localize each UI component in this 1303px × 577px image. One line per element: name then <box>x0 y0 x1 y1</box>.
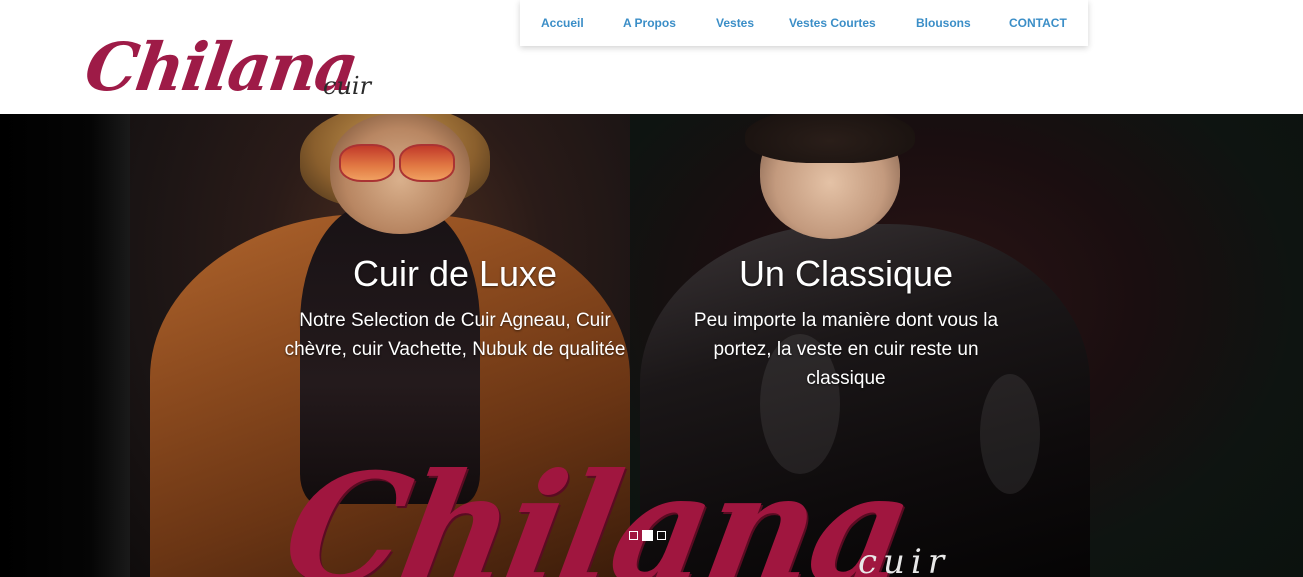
site-header: Chilana cuir Accueil A Propos Vestes Ves… <box>0 0 1303 114</box>
slide-caption-1: Cuir de Luxe Notre Selection de Cuir Agn… <box>280 252 630 364</box>
nav-item-a-propos[interactable]: A Propos <box>623 16 676 30</box>
slider-dot-icon[interactable] <box>657 531 666 540</box>
nav-item-vestes-courtes[interactable]: Vestes Courtes <box>789 16 876 30</box>
slider-pagination <box>629 530 666 541</box>
slide-title: Cuir de Luxe <box>352 253 558 294</box>
slider-dot-icon[interactable] <box>642 530 653 541</box>
hero-slider[interactable]: Chilana cuir Cuir de Luxe Notre Selectio… <box>0 114 1303 577</box>
main-nav: Accueil A Propos Vestes Vestes Courtes B… <box>520 0 1088 46</box>
logo-wordmark: Chilana <box>80 28 362 106</box>
nav-item-accueil[interactable]: Accueil <box>541 16 584 30</box>
slide-text: Notre Selection de Cuir Agneau, Cuir chè… <box>284 310 626 360</box>
slide-title: Un Classique <box>738 253 954 294</box>
slider-dot-icon[interactable] <box>629 531 638 540</box>
logo-subtitle: cuir <box>323 72 372 100</box>
nav-item-contact[interactable]: CONTACT <box>1009 16 1067 30</box>
nav-item-vestes[interactable]: Vestes <box>716 16 754 30</box>
model-hair-right <box>745 114 915 163</box>
slide-caption-2: Un Classique Peu importe la manière dont… <box>672 252 1020 393</box>
hero-watermark-subtitle: cuir <box>858 542 951 577</box>
nav-item-blousons[interactable]: Blousons <box>916 16 971 30</box>
slide-text: Peu importe la manière dont vous la port… <box>693 310 999 389</box>
hero-watermark-logo: Chilana <box>272 441 922 577</box>
sunglasses-image <box>335 144 455 182</box>
hero-background-left <box>0 114 130 577</box>
